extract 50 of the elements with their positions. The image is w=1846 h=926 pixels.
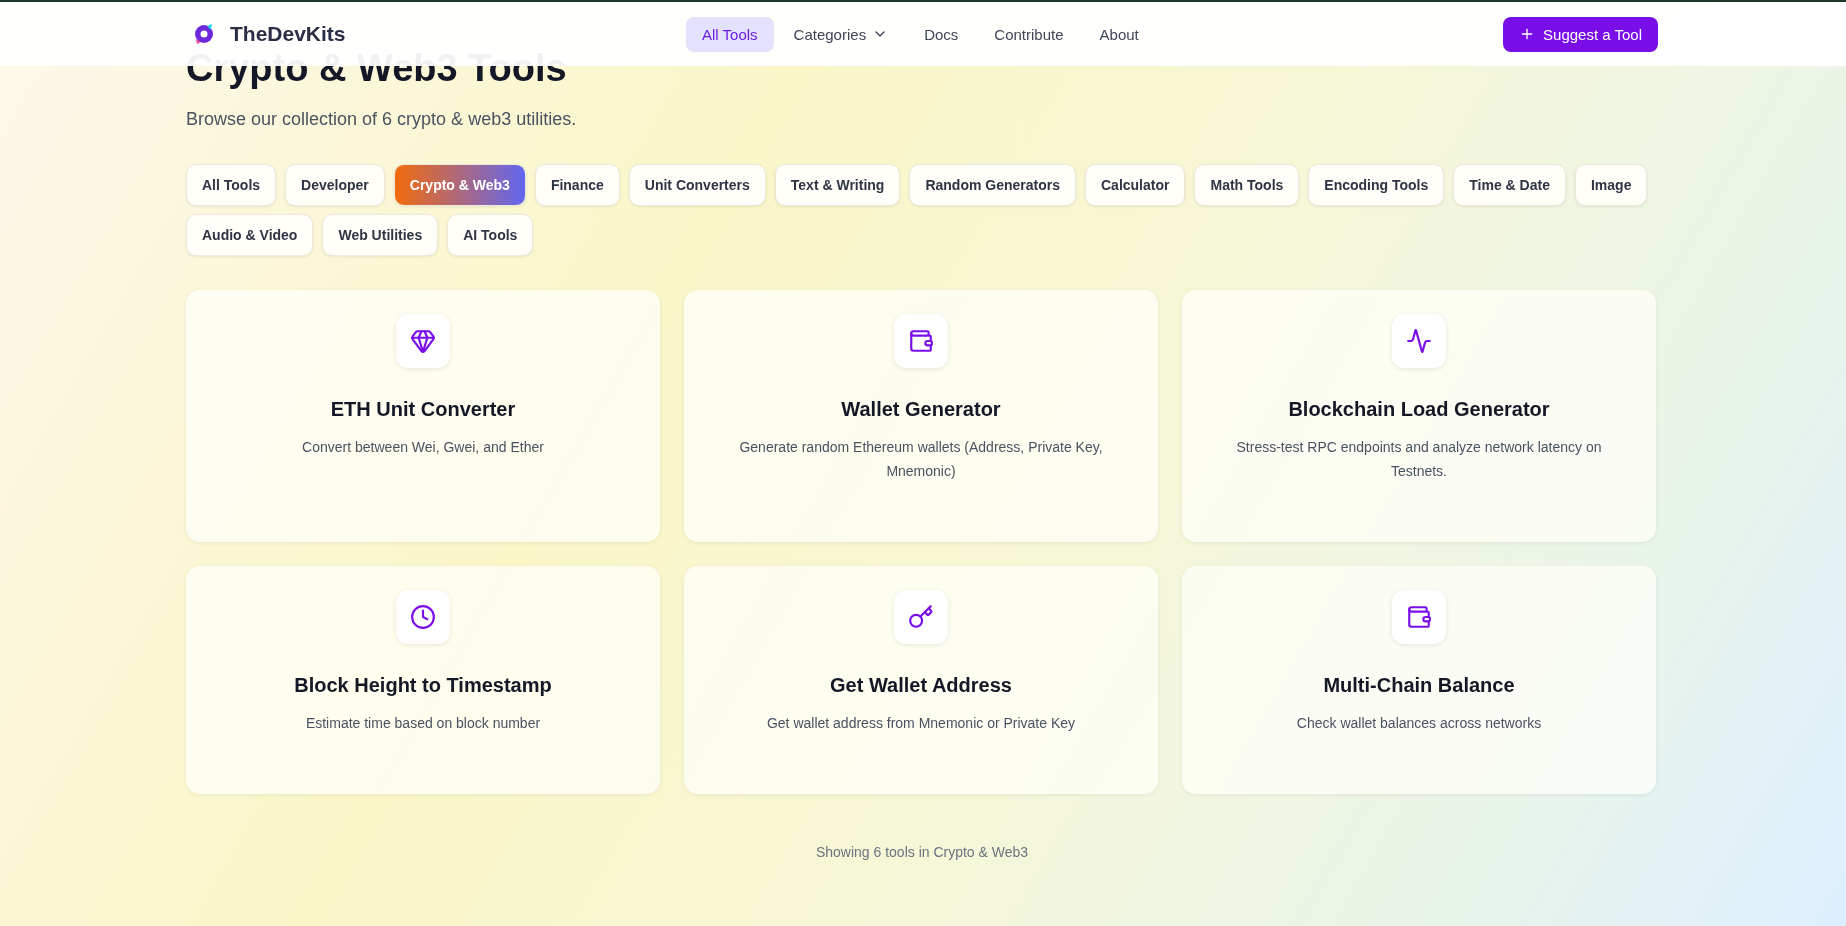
results-count: Showing 6 tools in Crypto & Web3: [814, 844, 1030, 860]
category-chip[interactable]: Finance: [534, 164, 620, 206]
suggest-button[interactable]: Suggest a Tool: [1503, 16, 1658, 52]
tool-card[interactable]: Wallet Generator Generate random Ethereum wallets (Address, Private Key, Mnemonic): [684, 290, 1158, 542]
category-chip[interactable]: Calculator: [1085, 164, 1186, 206]
category-chip[interactable]: AI Tools: [447, 214, 534, 256]
nav-link[interactable]: Contribute: [978, 16, 1080, 52]
category-chip[interactable]: Crypto & Web3: [393, 164, 526, 206]
gear-logo-icon: [192, 22, 216, 46]
clock-icon: [396, 590, 450, 644]
brand-name[interactable]: TheDevKits: [230, 22, 346, 46]
category-chip[interactable]: Developer: [285, 164, 385, 206]
tool-title: Get Wallet Address: [830, 674, 1012, 697]
tool-description: Generate random Ethereum wallets (Address, Private Key, Mnemonic): [738, 438, 1104, 481]
gem-icon: [396, 314, 450, 368]
tool-title: ETH Unit Converter: [330, 398, 516, 421]
category-chip[interactable]: Image: [1574, 164, 1648, 206]
tool-title: Wallet Generator: [841, 398, 1001, 421]
tool-title: Block Height to Timestamp: [294, 674, 552, 697]
category-chip[interactable]: Text & Writing: [774, 164, 901, 206]
nav-link[interactable]: About: [1083, 16, 1155, 52]
category-chip[interactable]: Audio & Video: [186, 214, 314, 256]
tool-title: Blockchain Load Generator: [1288, 398, 1550, 421]
category-chip[interactable]: Web Utilities: [322, 214, 439, 256]
nav-link[interactable]: All Tools: [686, 16, 774, 52]
category-chip[interactable]: All Tools: [186, 164, 277, 206]
wallet-icon: [1392, 590, 1446, 644]
tool-description: Get wallet address from Mnemonic or Private Key: [766, 714, 1076, 733]
tool-description: Convert between Wei, Gwei, and Ether: [302, 438, 544, 457]
tool-title: Multi-Chain Balance: [1323, 674, 1515, 697]
tool-card[interactable]: ETH Unit Converter Convert between Wei, Gwei, and Ether: [186, 290, 660, 542]
tool-card[interactable]: Blockchain Load Generator Stress-test RPC endpoints and analyze network latency on Testnets.: [1182, 290, 1656, 542]
tool-description: Stress-test RPC endpoints and analyze network latency on Testnets.: [1235, 438, 1603, 481]
tool-description: Estimate time based on block number: [305, 714, 541, 733]
category-chip[interactable]: Encoding Tools: [1308, 164, 1445, 206]
activity-icon: [1392, 314, 1446, 368]
tool-card[interactable]: Get Wallet Address Get wallet address from Mnemonic or Private Key: [684, 566, 1158, 794]
category-chip[interactable]: Unit Converters: [628, 164, 766, 206]
page-subtitle: Browse our collection of 6 crypto & web3 utilities.: [186, 109, 578, 130]
tool-description: Check wallet balances across networks: [1296, 714, 1542, 733]
category-chip[interactable]: Time & Date: [1453, 164, 1566, 206]
category-chip[interactable]: Math Tools: [1194, 164, 1300, 206]
nav-link[interactable]: Docs: [908, 16, 975, 52]
category-chip[interactable]: Random Generators: [909, 164, 1076, 206]
nav-link[interactable]: Categories: [777, 16, 905, 52]
page-title: Crypto & Web3 Tools: [186, 46, 568, 90]
tool-card[interactable]: Multi-Chain Balance Check wallet balances across networks: [1182, 566, 1656, 794]
wallet-icon: [894, 314, 948, 368]
tool-card[interactable]: Block Height to Timestamp Estimate time based on block number: [186, 566, 660, 794]
key-icon: [894, 590, 948, 644]
